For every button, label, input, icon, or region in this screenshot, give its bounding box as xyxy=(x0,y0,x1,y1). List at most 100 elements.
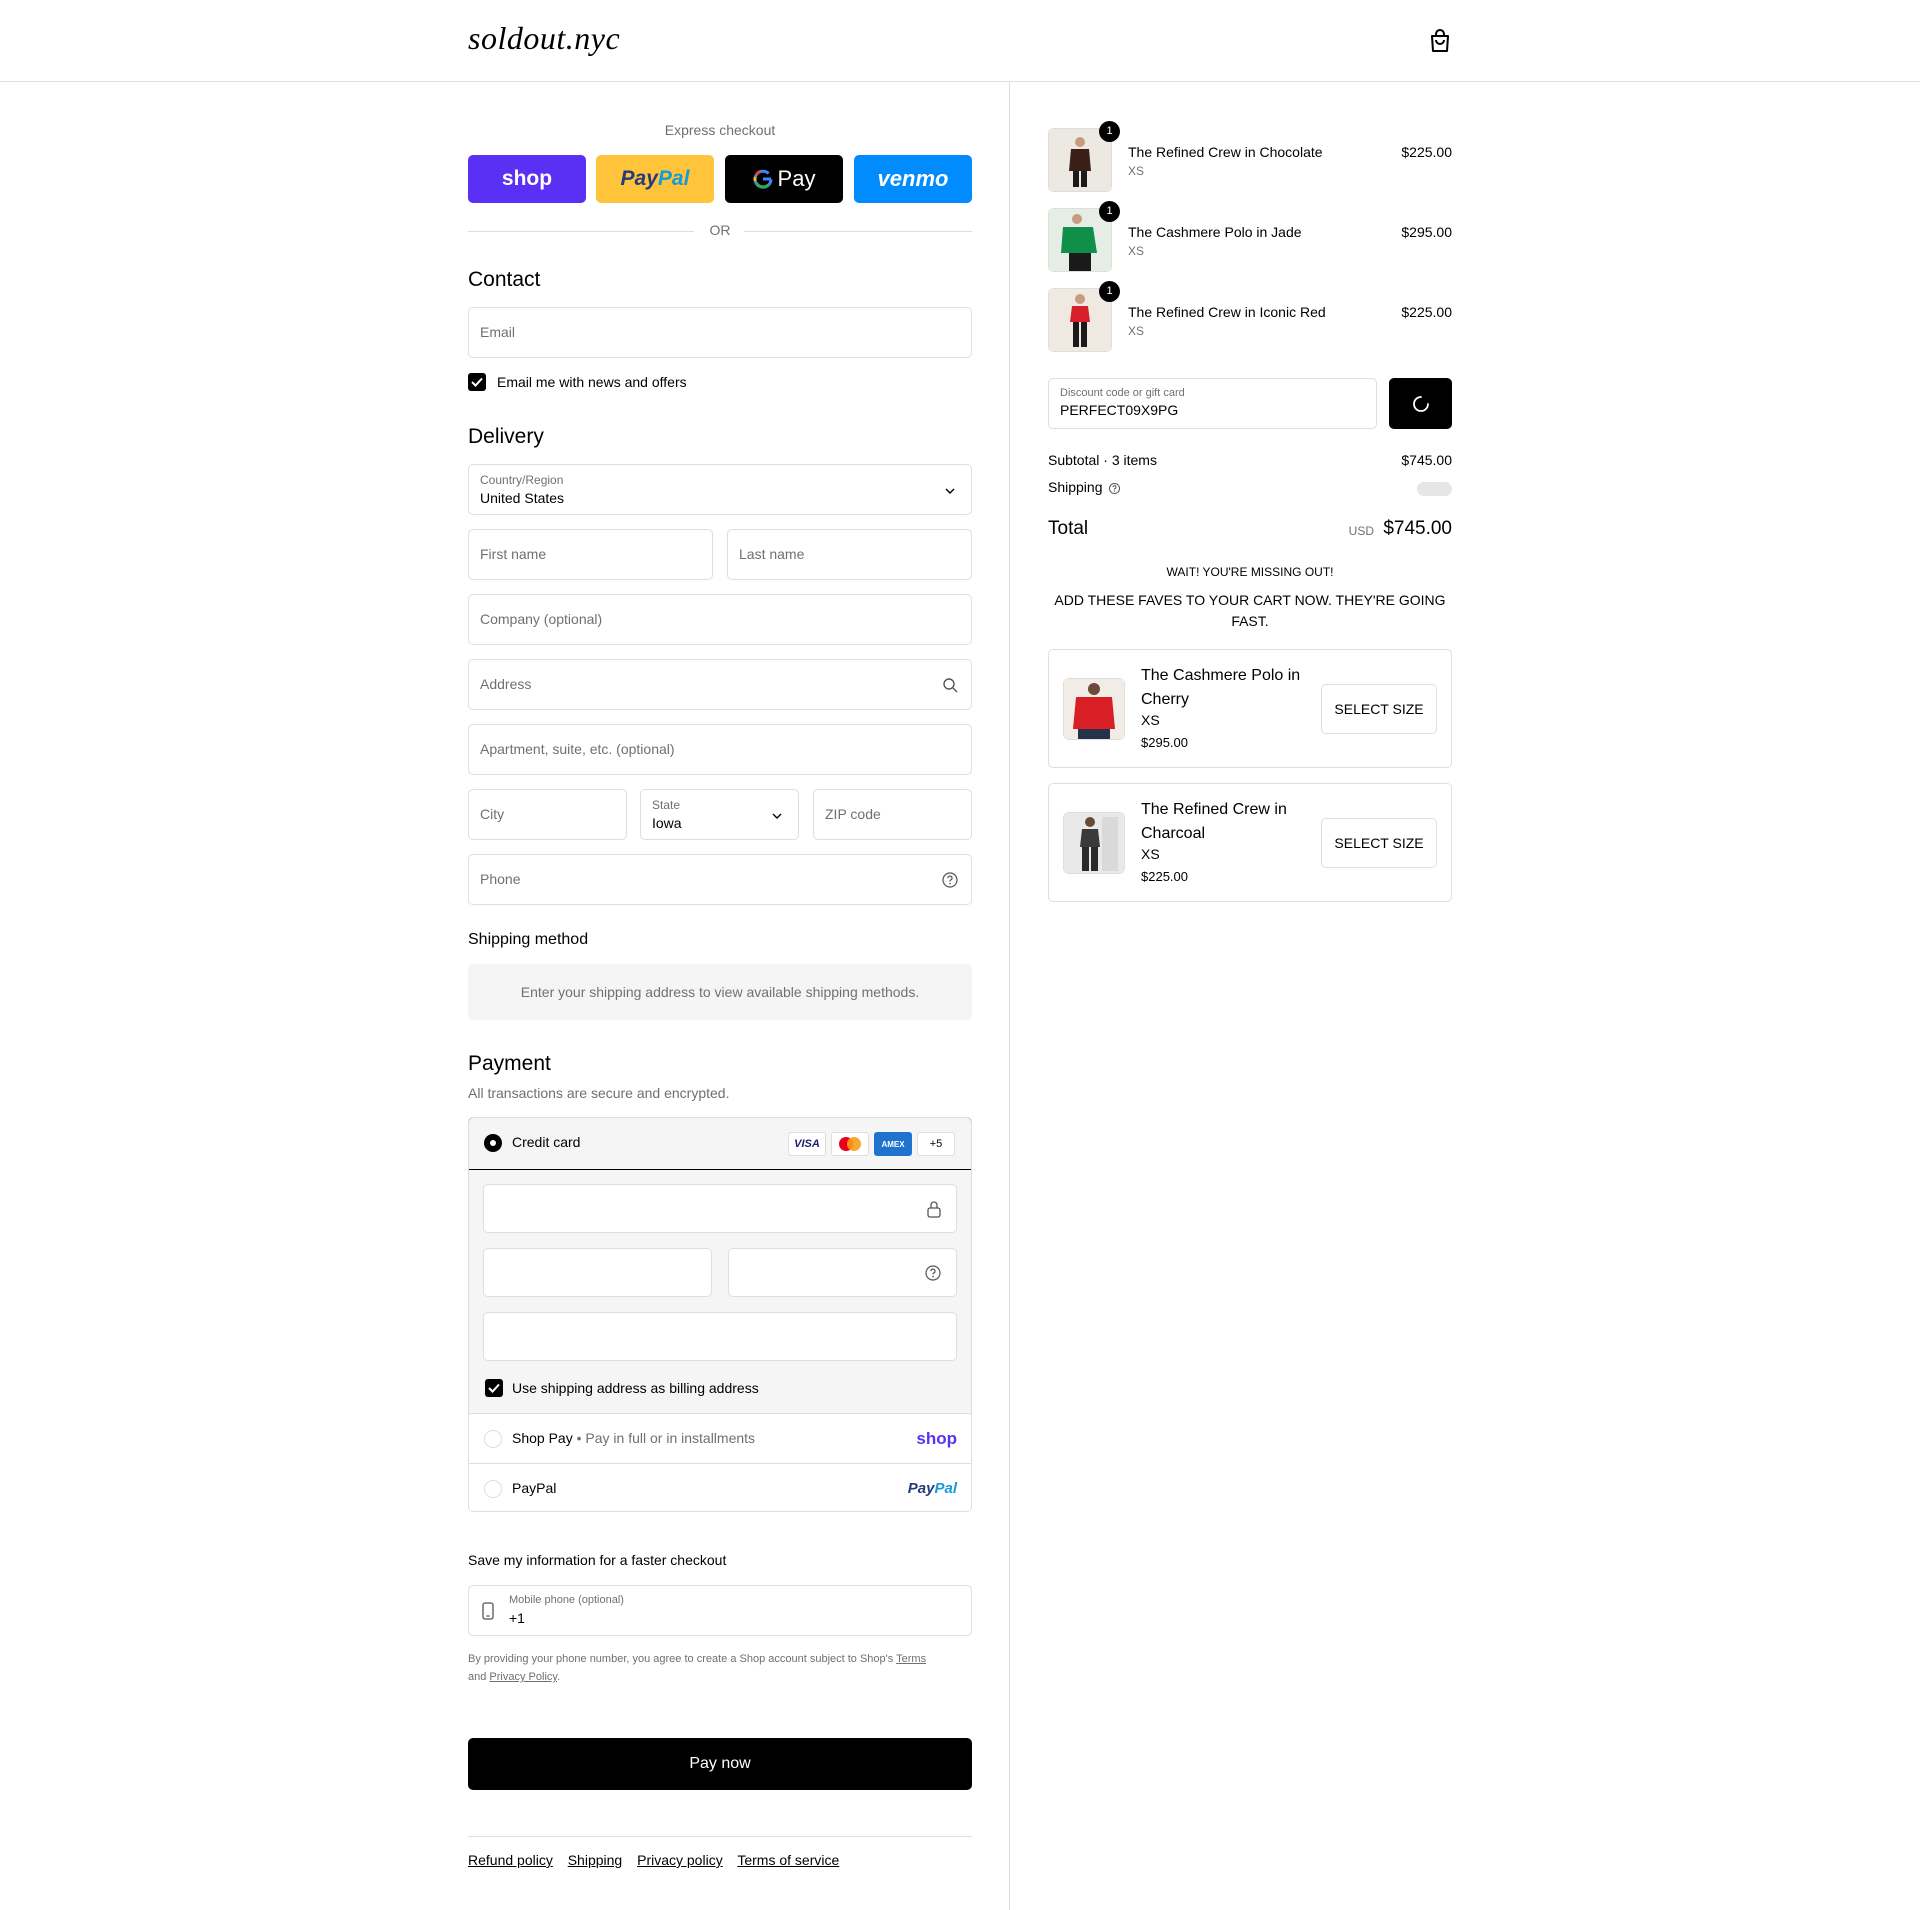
country-label: Country/Region xyxy=(480,473,564,487)
card-number-field[interactable] xyxy=(483,1184,957,1233)
shop-pay-option-label: Shop Pay • Pay in full or in installment… xyxy=(512,1430,755,1446)
expiration-date-field[interactable] xyxy=(483,1248,712,1297)
help-circle-icon[interactable] xyxy=(924,1264,942,1282)
subtotal-value: $745.00 xyxy=(1401,452,1452,468)
legal-period: . xyxy=(557,1671,561,1683)
chevron-down-icon xyxy=(772,813,782,819)
paypal-label: PayPal xyxy=(512,1480,557,1496)
help-circle-icon[interactable] xyxy=(1108,482,1121,495)
newsletter-checkbox[interactable] xyxy=(468,373,486,391)
credit-card-radio[interactable] xyxy=(484,1134,502,1152)
city-field[interactable]: City xyxy=(468,789,627,840)
product-image: 1 xyxy=(1048,201,1120,272)
visa-icon: VISA xyxy=(788,1132,826,1156)
pay-now-button[interactable]: Pay now xyxy=(468,1738,972,1790)
shipping-row: Shipping xyxy=(1048,479,1452,496)
upsell-item-price: $225.00 xyxy=(1141,869,1188,884)
select-size-button[interactable]: SELECT SIZE xyxy=(1321,684,1437,734)
name-on-card-field[interactable] xyxy=(483,1312,957,1361)
venmo-express-button[interactable]: venmo xyxy=(854,155,972,203)
header: soldout.nyc xyxy=(0,0,1920,82)
shop-pay-option[interactable]: Shop Pay • Pay in full or in installment… xyxy=(469,1415,971,1464)
product-image: 1 xyxy=(1048,281,1120,352)
cart-item: 1 The Refined Crew in Iconic Red XS $225… xyxy=(1048,281,1452,352)
total-value: $745.00 xyxy=(1383,518,1452,539)
loading-spinner-icon xyxy=(1413,396,1429,412)
apply-discount-button[interactable] xyxy=(1389,378,1452,429)
privacy-policy-footer-link[interactable]: Privacy policy xyxy=(637,1852,723,1868)
total-label: Total xyxy=(1048,518,1089,539)
product-image xyxy=(1063,812,1125,874)
country-select[interactable]: Country/Region United States xyxy=(468,464,972,515)
upsell-subtitle: ADD THESE FAVES TO YOUR CART NOW. THEY'R… xyxy=(1054,592,1446,629)
discount-value: PERFECT09X9PG xyxy=(1060,402,1179,418)
shop-pay-logo: shop xyxy=(916,1429,957,1448)
product-photo xyxy=(1064,813,1124,873)
apartment-placeholder: Apartment, suite, etc. (optional) xyxy=(480,741,675,757)
venmo-logo: venmo xyxy=(877,166,949,191)
terms-of-service-link[interactable]: Terms of service xyxy=(737,1852,839,1868)
shipping-method-notice: Enter your shipping address to view avai… xyxy=(468,964,972,1020)
footer-links: Refund policy Shipping Privacy policy Te… xyxy=(468,1852,850,1868)
last-name-field[interactable]: Last name xyxy=(727,529,972,580)
google-pay-express-button[interactable]: Pay xyxy=(725,155,843,203)
paypal-option[interactable]: PayPal PayPal xyxy=(469,1465,971,1511)
terms-link[interactable]: Terms xyxy=(896,1653,926,1665)
state-select[interactable]: State Iowa xyxy=(640,789,799,840)
item-price: $225.00 xyxy=(1401,144,1452,160)
address-field[interactable]: Address xyxy=(468,659,972,710)
shipping-policy-link[interactable]: Shipping xyxy=(568,1852,623,1868)
email-placeholder: Email xyxy=(480,324,516,340)
billing-same-checkbox[interactable] xyxy=(485,1379,503,1397)
item-name: The Refined Crew in Iconic Red xyxy=(1128,304,1326,320)
shop-pay-radio[interactable] xyxy=(484,1430,502,1448)
item-name: The Cashmere Polo in Jade xyxy=(1128,224,1302,240)
payment-heading: Payment xyxy=(468,1052,551,1075)
product-photo xyxy=(1064,679,1124,739)
legal-prefix: By providing your phone number, you agre… xyxy=(468,1653,894,1665)
security-code-field[interactable] xyxy=(728,1248,957,1297)
credit-card-option[interactable]: Credit card VISA AMEX +5 xyxy=(469,1118,971,1170)
company-field[interactable]: Company (optional) xyxy=(468,594,972,645)
upsell-title: WAIT! YOU'RE MISSING OUT! xyxy=(1166,565,1334,579)
email-field[interactable]: Email xyxy=(468,307,972,358)
mobile-phone-icon xyxy=(482,1602,494,1620)
shopping-bag-icon[interactable] xyxy=(1428,28,1452,54)
cart-item: 1 The Cashmere Polo in Jade XS $295.00 xyxy=(1048,201,1452,272)
apartment-field[interactable]: Apartment, suite, etc. (optional) xyxy=(468,724,972,775)
payment-subtitle: All transactions are secure and encrypte… xyxy=(468,1085,730,1101)
shipping-method-heading: Shipping method xyxy=(468,931,589,948)
upsell-item-size: XS xyxy=(1141,712,1160,728)
product-image xyxy=(1063,678,1125,740)
checkmark-icon xyxy=(471,377,483,387)
paypal-express-button[interactable]: PayPal xyxy=(596,155,714,203)
refund-policy-link[interactable]: Refund policy xyxy=(468,1852,553,1868)
discount-label: Discount code or gift card xyxy=(1060,387,1185,399)
item-name: The Refined Crew in Chocolate xyxy=(1128,144,1323,160)
city-placeholder: City xyxy=(480,806,505,822)
phone-field[interactable]: Phone xyxy=(468,854,972,905)
shop-pay-logo: shop xyxy=(501,167,553,190)
quantity-badge: 1 xyxy=(1099,281,1120,302)
phone-placeholder: Phone xyxy=(480,871,521,887)
mobile-phone-field[interactable]: Mobile phone (optional) +1 xyxy=(468,1585,972,1636)
store-logo[interactable]: soldout.nyc xyxy=(468,20,620,57)
paypal-radio[interactable] xyxy=(484,1480,502,1498)
shop-legal-text: By providing your phone number, you agre… xyxy=(468,1650,972,1686)
help-circle-icon[interactable] xyxy=(941,871,959,889)
zip-field[interactable]: ZIP code xyxy=(813,789,972,840)
first-name-field[interactable]: First name xyxy=(468,529,713,580)
total-currency: USD xyxy=(1348,524,1374,538)
discount-code-field[interactable]: Discount code or gift card PERFECT09X9PG xyxy=(1048,378,1377,429)
first-name-placeholder: First name xyxy=(480,546,547,562)
order-summary-panel xyxy=(1010,82,1920,1910)
shop-pay-bullet: • xyxy=(576,1430,582,1446)
privacy-policy-link[interactable]: Privacy Policy xyxy=(489,1671,557,1683)
upsell-item-price: $295.00 xyxy=(1141,735,1188,750)
column-divider xyxy=(1009,82,1010,1910)
paypal-logo-pal: Pal xyxy=(657,167,690,190)
mobile-phone-label: Mobile phone (optional) xyxy=(509,1594,624,1606)
shop-pay-express-button[interactable]: shop xyxy=(468,155,586,203)
item-size: XS xyxy=(1128,244,1145,258)
select-size-button[interactable]: SELECT SIZE xyxy=(1321,818,1437,868)
